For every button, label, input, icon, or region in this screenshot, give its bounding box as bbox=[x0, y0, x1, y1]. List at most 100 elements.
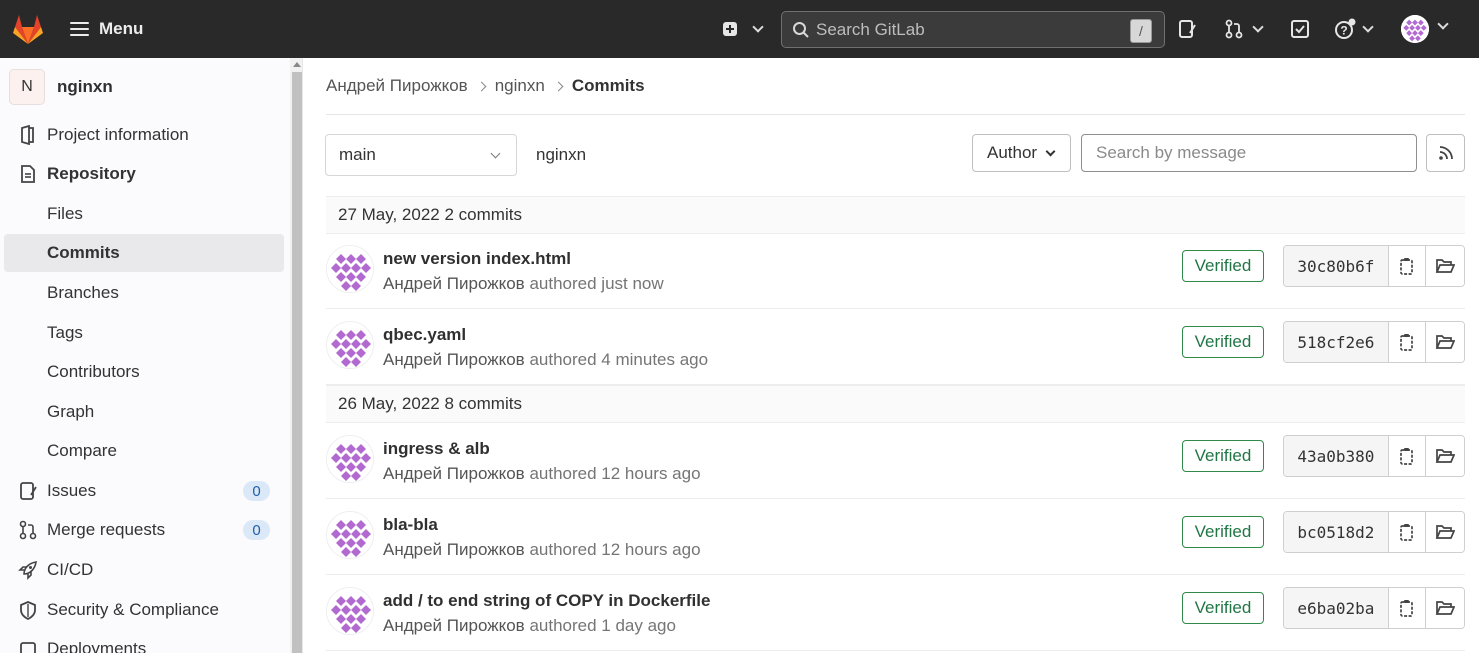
sidebar-item-project-information[interactable]: Project information bbox=[4, 116, 284, 154]
sidebar-scrollbar[interactable] bbox=[290, 58, 302, 653]
sidebar-item-commits[interactable]: Commits bbox=[4, 234, 284, 272]
commit-authored-label: authored bbox=[529, 274, 597, 293]
scrollbar-thumb[interactable] bbox=[292, 72, 302, 653]
commit-sha[interactable]: e6ba02ba bbox=[1284, 588, 1389, 628]
breadcrumb-user[interactable]: Андрей Пирожков bbox=[326, 76, 468, 96]
sidebar-item-merge-requests[interactable]: Merge requests 0 bbox=[4, 511, 284, 549]
breadcrumb: Андрей Пирожков nginxn Commits bbox=[326, 74, 645, 98]
chevron-down-icon[interactable] bbox=[1437, 18, 1449, 30]
verified-badge[interactable]: Verified bbox=[1182, 326, 1264, 358]
sidebar-item-files[interactable]: Files bbox=[4, 195, 284, 233]
commit-title[interactable]: new version index.html bbox=[383, 249, 571, 269]
path-link[interactable]: nginxn bbox=[536, 145, 586, 165]
browse-files-button[interactable] bbox=[1426, 436, 1464, 476]
folder-open-icon bbox=[1435, 335, 1456, 349]
identicon-avatar bbox=[327, 322, 373, 368]
help-nav-button[interactable]: ? bbox=[1334, 17, 1374, 41]
commit-author[interactable]: Андрей Пирожков bbox=[383, 464, 525, 483]
commit-author[interactable]: Андрей Пирожков bbox=[383, 616, 525, 635]
author-avatar[interactable] bbox=[326, 435, 374, 483]
verified-badge[interactable]: Verified bbox=[1182, 592, 1264, 624]
sidebar-item-label: Branches bbox=[47, 283, 119, 302]
commit-author[interactable]: Андрей Пирожков bbox=[383, 350, 525, 369]
commit-sha[interactable]: 30c80b6f bbox=[1284, 246, 1389, 286]
gitlab-logo[interactable] bbox=[11, 12, 45, 46]
browse-files-button[interactable] bbox=[1426, 246, 1464, 286]
sidebar-item-graph[interactable]: Graph bbox=[4, 393, 284, 431]
commit-sha-group: e6ba02ba bbox=[1283, 587, 1465, 629]
sidebar-item-label: Tags bbox=[47, 323, 83, 342]
commit-author[interactable]: Андрей Пирожков bbox=[383, 540, 525, 559]
author-avatar[interactable] bbox=[326, 321, 374, 369]
sidebar-item-contributors[interactable]: Contributors bbox=[4, 353, 284, 391]
svg-text:?: ? bbox=[1340, 24, 1347, 38]
todos-nav-button[interactable] bbox=[1290, 17, 1310, 41]
commit-row: bla-bla Андрей Пирожков authored 12 hour… bbox=[326, 499, 1465, 575]
sidebar-project-header[interactable]: N nginxn bbox=[9, 69, 113, 105]
copy-sha-button[interactable] bbox=[1388, 322, 1427, 362]
sidebar-item-security-compliance[interactable]: Security & Compliance bbox=[4, 591, 284, 629]
copy-sha-button[interactable] bbox=[1388, 512, 1427, 552]
rss-icon bbox=[1438, 146, 1453, 160]
commit-title[interactable]: add / to end string of COPY in Dockerfil… bbox=[383, 591, 710, 611]
commit-time: 12 hours ago bbox=[601, 464, 701, 483]
breadcrumb-current[interactable]: Commits bbox=[572, 76, 645, 96]
sidebar-item-deployments[interactable]: Deployments bbox=[4, 630, 284, 653]
commit-author[interactable]: Андрей Пирожков bbox=[383, 274, 525, 293]
chevron-down-icon bbox=[1252, 21, 1264, 33]
browse-files-button[interactable] bbox=[1426, 512, 1464, 552]
rss-feed-button[interactable] bbox=[1426, 134, 1465, 172]
sidebar-item-tags[interactable]: Tags bbox=[4, 314, 284, 352]
sidebar-item-repository[interactable]: Repository bbox=[4, 155, 284, 193]
sidebar-item-compare[interactable]: Compare bbox=[4, 432, 284, 470]
commit-title[interactable]: bla-bla bbox=[383, 515, 438, 535]
commit-sha-group: 30c80b6f bbox=[1283, 245, 1465, 287]
identicon-avatar bbox=[1401, 15, 1429, 43]
browse-files-button[interactable] bbox=[1426, 588, 1464, 628]
author-avatar[interactable] bbox=[326, 511, 374, 559]
user-avatar[interactable] bbox=[1401, 15, 1429, 43]
verified-badge[interactable]: Verified bbox=[1182, 440, 1264, 472]
chevron-right-icon bbox=[476, 81, 487, 91]
branch-selector[interactable]: main bbox=[325, 134, 517, 176]
commit-search-placeholder: Search by message bbox=[1096, 143, 1247, 162]
sidebar-item-ci-cd[interactable]: CI/CD bbox=[4, 551, 284, 589]
browse-files-button[interactable] bbox=[1426, 322, 1464, 362]
commit-meta: Андрей Пирожков authored 12 hours ago bbox=[383, 464, 701, 484]
commit-sha[interactable]: 43a0b380 bbox=[1284, 436, 1389, 476]
copy-sha-button[interactable] bbox=[1388, 588, 1427, 628]
commit-title[interactable]: ingress & alb bbox=[383, 439, 490, 459]
sidebar-item-issues[interactable]: Issues 0 bbox=[4, 472, 284, 510]
divider bbox=[326, 114, 1465, 115]
top-navbar: Menu Search GitLab / ? bbox=[0, 0, 1479, 58]
author-filter-dropdown[interactable]: Author bbox=[972, 134, 1071, 172]
verified-badge[interactable]: Verified bbox=[1182, 516, 1264, 548]
commit-title[interactable]: qbec.yaml bbox=[383, 325, 466, 345]
commit-sha[interactable]: bc0518d2 bbox=[1284, 512, 1389, 552]
menu-label: Menu bbox=[99, 19, 144, 38]
day-date: 27 May, 2022 bbox=[338, 205, 440, 224]
merge-requests-nav-button[interactable] bbox=[1224, 17, 1264, 41]
verified-badge[interactable]: Verified bbox=[1182, 250, 1264, 282]
folder-open-icon bbox=[1435, 525, 1456, 539]
sidebar-item-branches[interactable]: Branches bbox=[4, 274, 284, 312]
commit-message-search-input[interactable]: Search by message bbox=[1081, 134, 1417, 172]
commit-sha-group: 43a0b380 bbox=[1283, 435, 1465, 477]
author-avatar[interactable] bbox=[326, 587, 374, 635]
day-date: 26 May, 2022 bbox=[338, 394, 440, 413]
author-avatar[interactable] bbox=[326, 245, 374, 293]
menu-button[interactable]: Menu bbox=[70, 15, 143, 43]
new-item-dropdown[interactable] bbox=[722, 17, 764, 41]
merge-request-icon bbox=[1225, 19, 1243, 39]
commit-sha[interactable]: 518cf2e6 bbox=[1284, 322, 1389, 362]
chevron-right-icon bbox=[553, 81, 564, 91]
day-commit-count: 8 commits bbox=[444, 394, 522, 413]
commit-time: just now bbox=[601, 274, 664, 293]
search-input[interactable]: Search GitLab / bbox=[781, 11, 1165, 48]
sidebar-item-label: Security & Compliance bbox=[47, 600, 219, 619]
breadcrumb-project[interactable]: nginxn bbox=[495, 76, 545, 96]
issues-nav-button[interactable] bbox=[1177, 17, 1197, 41]
copy-sha-button[interactable] bbox=[1388, 246, 1427, 286]
scroll-up-arrow-icon[interactable] bbox=[293, 62, 301, 67]
copy-sha-button[interactable] bbox=[1388, 436, 1427, 476]
